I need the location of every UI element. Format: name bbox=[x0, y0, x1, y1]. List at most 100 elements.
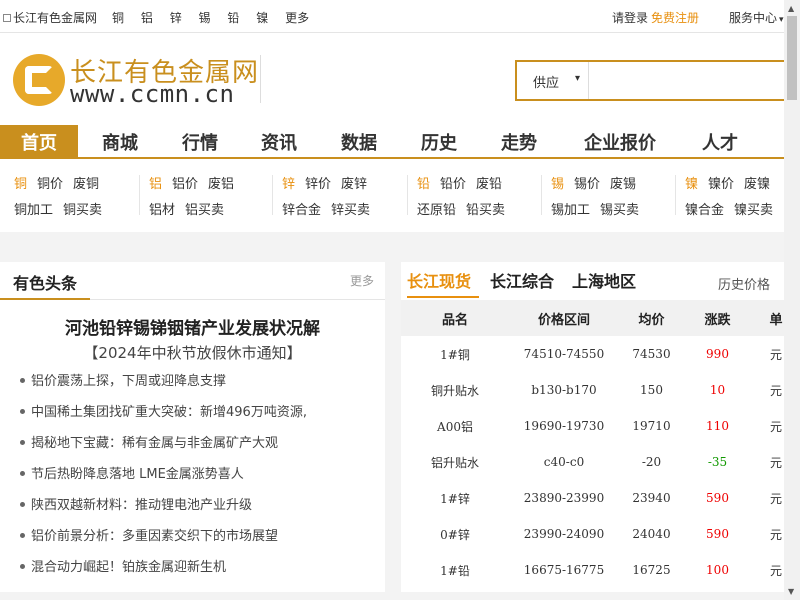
quick-link-copper[interactable]: 铜 bbox=[112, 11, 124, 25]
quick-link-tin[interactable]: 锡 bbox=[199, 11, 211, 25]
nav-talent[interactable]: 人才 bbox=[682, 125, 758, 157]
table-row[interactable]: A00铝 19690-19730 19710 110 元 bbox=[401, 408, 784, 444]
news-panel: 有色头条 更多 河池铅锌锡锑铟锗产业发展状况解 【2024年中秋节放假休市通知】… bbox=[0, 262, 385, 592]
quick-link-nickel[interactable]: 镍 bbox=[256, 11, 268, 25]
history-price-link[interactable]: 历史价格 bbox=[718, 274, 770, 293]
main-nav: 首页 商城 行情 资讯 数据 历史 走势 企业报价 人才 bbox=[0, 125, 784, 159]
news-item[interactable]: 节后热盼降息落地 LME金属涨势喜人 bbox=[20, 463, 307, 494]
nav-trend[interactable]: 走势 bbox=[481, 125, 557, 157]
bullet-icon bbox=[20, 471, 25, 476]
quick-link-lead[interactable]: 铅 bbox=[227, 11, 239, 25]
metal-link[interactable]: 废铅 bbox=[476, 177, 502, 192]
metal-link[interactable]: 锡买卖 bbox=[600, 203, 639, 218]
nav-market[interactable]: 行情 bbox=[162, 125, 238, 157]
news-list: 铝价震荡上探，下周或迎降息支撑 中国稀土集团找矿重大突破：新增496万吨资源, … bbox=[20, 370, 307, 587]
table-row[interactable]: 铝升贴水 c40-c0 -20 -35 元 bbox=[401, 444, 784, 480]
metal-link[interactable]: 锌合金 bbox=[282, 203, 321, 218]
news-item[interactable]: 中国稀土集团找矿重大突破：新增496万吨资源, bbox=[20, 401, 307, 432]
table-header-row: 品名 价格区间 均价 涨跌 单 bbox=[401, 300, 784, 336]
nav-data[interactable]: 数据 bbox=[321, 125, 397, 157]
news-item[interactable]: 混合动力崛起！铂族金属迎新生机 bbox=[20, 556, 307, 587]
tab-changjiang-spot[interactable]: 长江现货 bbox=[407, 268, 471, 292]
metal-link[interactable]: 废铜 bbox=[73, 177, 99, 192]
metal-link[interactable]: 铝买卖 bbox=[185, 203, 224, 218]
bullet-icon bbox=[20, 564, 25, 569]
metal-link[interactable]: 铜买卖 bbox=[63, 203, 102, 218]
metal-link[interactable]: 锌价 bbox=[305, 177, 331, 192]
metal-group-copper: 铜铜价 废铜 铜加工 铜买卖 bbox=[14, 173, 112, 225]
metal-link[interactable]: 镍买卖 bbox=[734, 203, 773, 218]
search-category-select[interactable]: 供应 ▾ bbox=[517, 62, 589, 99]
metal-name[interactable]: 镍 bbox=[685, 177, 698, 192]
table-row[interactable]: 1#铅 16675-16775 16725 100 元 bbox=[401, 552, 784, 588]
nav-home[interactable]: 首页 bbox=[0, 125, 78, 157]
logo-domain: www.ccmn.cn bbox=[70, 80, 235, 108]
quick-link-more[interactable]: 更多 bbox=[285, 11, 309, 25]
login-link[interactable]: 请登录 bbox=[612, 11, 648, 25]
metal-link[interactable]: 铅买卖 bbox=[466, 203, 505, 218]
bullet-icon bbox=[20, 533, 25, 538]
metal-link[interactable]: 锡加工 bbox=[551, 203, 590, 218]
metal-link[interactable]: 铝价 bbox=[172, 177, 198, 192]
chevron-down-icon: ▾ bbox=[574, 73, 580, 84]
news-panel-header: 有色头条 更多 bbox=[0, 262, 385, 300]
nav-news[interactable]: 资讯 bbox=[241, 125, 317, 157]
news-item[interactable]: 陕西双越新材料：推动锂电池产业升级 bbox=[20, 494, 307, 525]
metal-link[interactable]: 镍合金 bbox=[685, 203, 724, 218]
metal-name[interactable]: 铜 bbox=[14, 177, 27, 192]
metal-submenu: 铜铜价 废铜 铜加工 铜买卖 铝铝价 废铝 铝材 铝买卖 锌锌价 废锌 锌合金 锌买卖 铅铅… bbox=[0, 160, 784, 230]
news-more-link[interactable]: 更多 bbox=[350, 272, 374, 289]
table-row[interactable]: 1#锌 23890-23990 23940 590 元 bbox=[401, 480, 784, 516]
metal-link[interactable]: 锌买卖 bbox=[331, 203, 370, 218]
register-link[interactable]: 免费注册 bbox=[651, 11, 699, 25]
metal-group-aluminum: 铝铝价 废铝 铝材 铝买卖 bbox=[139, 173, 244, 225]
metal-name[interactable]: 铅 bbox=[417, 177, 430, 192]
logo-icon bbox=[13, 54, 65, 106]
metal-link[interactable]: 锡价 bbox=[574, 177, 600, 192]
metal-name[interactable]: 锡 bbox=[551, 177, 564, 192]
metal-link[interactable]: 镍价 bbox=[708, 177, 734, 192]
chevron-down-icon: ▾ bbox=[779, 15, 784, 25]
metal-link[interactable]: 铅价 bbox=[440, 177, 466, 192]
metal-link[interactable]: 还原铅 bbox=[417, 203, 456, 218]
nav-company-quotes[interactable]: 企业报价 bbox=[570, 125, 670, 157]
scroll-down-icon[interactable]: ▼ bbox=[788, 587, 794, 596]
metal-link[interactable]: 铜加工 bbox=[14, 203, 53, 218]
news-item[interactable]: 揭秘地下宝藏：稀有金属与非金属矿产大观 bbox=[20, 432, 307, 463]
bullet-icon bbox=[20, 378, 25, 383]
news-subheadline[interactable]: 【2024年中秋节放假休市通知】 bbox=[0, 342, 385, 363]
metal-link[interactable]: 废锌 bbox=[341, 177, 367, 192]
metal-link[interactable]: 废锡 bbox=[610, 177, 636, 192]
metal-link[interactable]: 铝材 bbox=[149, 203, 175, 218]
nav-mall[interactable]: 商城 bbox=[82, 125, 158, 157]
bullet-icon bbox=[20, 409, 25, 414]
tab-changjiang-composite[interactable]: 长江综合 bbox=[490, 268, 554, 292]
news-item[interactable]: 铝价前景分析：多重因素交织下的市场展望 bbox=[20, 525, 307, 556]
top-bar: 长江有色金属网 铜 铝 锌 锡 铅 镍 更多 请登录 免费注册 服务中心 ▾ bbox=[0, 0, 784, 33]
vertical-scrollbar[interactable]: ▲ ▼ bbox=[784, 0, 800, 600]
scroll-up-icon[interactable]: ▲ bbox=[788, 4, 794, 13]
scrollbar-thumb[interactable] bbox=[787, 16, 797, 100]
metal-link[interactable]: 铜价 bbox=[37, 177, 63, 192]
price-tabs: 长江现货 长江综合 上海地区 历史价格 bbox=[401, 262, 784, 298]
table-row[interactable]: 1#铜 74510-74550 74530 990 元 bbox=[401, 336, 784, 372]
metal-name[interactable]: 锌 bbox=[282, 177, 295, 192]
site-logo[interactable]: 长江有色金属网 www.ccmn.cn bbox=[13, 52, 263, 108]
news-headline[interactable]: 河池铅锌锡锑铟锗产业发展状况解 bbox=[0, 314, 385, 339]
service-center-menu[interactable]: 服务中心 ▾ bbox=[729, 9, 784, 26]
metal-group-lead: 铅铅价 废铅 还原铅 铅买卖 bbox=[407, 173, 515, 225]
news-item[interactable]: 铝价震荡上探，下周或迎降息支撑 bbox=[20, 370, 307, 401]
tab-shanghai[interactable]: 上海地区 bbox=[572, 268, 636, 292]
table-row[interactable]: 铜升贴水 b130-b170 150 10 元 bbox=[401, 372, 784, 408]
column-header: 价格区间 bbox=[509, 300, 619, 336]
table-row[interactable]: 0#锌 23990-24090 24040 590 元 bbox=[401, 516, 784, 552]
metal-link[interactable]: 废镍 bbox=[744, 177, 770, 192]
nav-history[interactable]: 历史 bbox=[401, 125, 477, 157]
metal-link[interactable]: 废铝 bbox=[208, 177, 234, 192]
home-link[interactable]: 长江有色金属网 bbox=[3, 9, 97, 26]
metal-group-tin: 锡锡价 废锡 锡加工 锡买卖 bbox=[541, 173, 649, 225]
metal-group-zinc: 锌锌价 废锌 锌合金 锌买卖 bbox=[272, 173, 380, 225]
quick-link-zinc[interactable]: 锌 bbox=[170, 11, 182, 25]
quick-link-aluminum[interactable]: 铝 bbox=[141, 11, 153, 25]
metal-name[interactable]: 铝 bbox=[149, 177, 162, 192]
